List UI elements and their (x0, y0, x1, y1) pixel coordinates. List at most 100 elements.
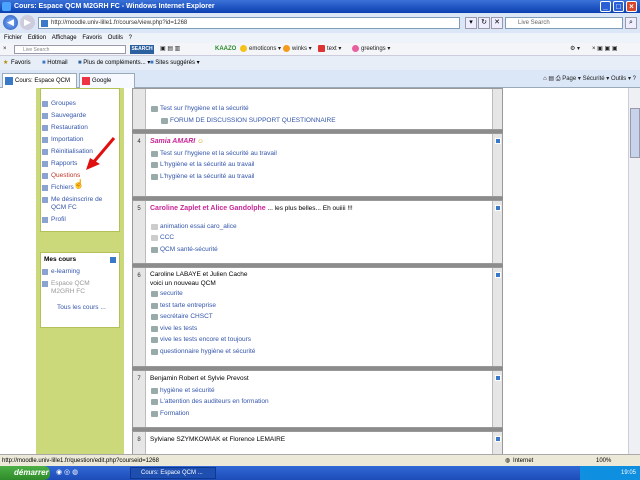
link-restauration[interactable]: Restauration (41, 122, 119, 134)
menu-favoris[interactable]: Favoris (82, 35, 102, 41)
fav-sites[interactable]: ■ Sites suggérés ▾ (150, 56, 200, 70)
show-only-icon[interactable] (495, 436, 501, 442)
favorites-label[interactable]: Favoris (11, 56, 31, 70)
dropdown-button[interactable]: ▾ (465, 17, 477, 29)
course-section-7: 7 Benjamin Robert et Sylvie Prevost hygi… (132, 370, 503, 428)
course-elearning[interactable]: e-learning (41, 266, 119, 278)
page-menu[interactable]: Page (562, 76, 576, 82)
link-profil[interactable]: Profil (41, 214, 119, 226)
activity-label: vive les tests (160, 324, 198, 332)
activity-link[interactable]: test tarte entreprise (150, 300, 490, 312)
activity-link[interactable]: L'hygiène et la sécurité au travail (150, 159, 490, 171)
activity-link[interactable]: L'attention des auditeurs en formation (150, 396, 490, 408)
refresh-button[interactable]: ↻ (478, 17, 490, 29)
menu-help[interactable]: ? (129, 35, 132, 41)
activity-link[interactable]: secrétaire CHSCT (150, 311, 490, 323)
activity-link[interactable]: QCM santé-sécurité (150, 244, 490, 256)
menu-outils[interactable]: Outils (108, 35, 123, 41)
quicklaunch-icons[interactable]: ◉ ◎ ◍ (56, 468, 78, 476)
star-icon[interactable]: ★ (3, 56, 8, 70)
greetings-item[interactable]: greetings ▾ (352, 45, 390, 54)
home-icon[interactable]: ⌂ (543, 76, 547, 82)
section-number: 4 (133, 134, 146, 196)
winks-item[interactable]: winks ▾ (283, 45, 312, 54)
stop-button[interactable]: ✕ (491, 17, 503, 29)
activity-link[interactable]: FORUM DE DISCUSSION SUPPORT QUESTIONNAIR… (150, 115, 490, 127)
activity-label: secrétaire CHSCT (160, 313, 213, 320)
activity-link[interactable]: hygiène et sécurité (150, 385, 490, 397)
activity-label: FORUM DE DISCUSSION SUPPORT QUESTIONNAIR… (170, 116, 336, 124)
search-icon[interactable]: ⌕ (625, 17, 637, 29)
taskbar-ie-window[interactable]: Cours: Espace QCM ... (130, 467, 216, 479)
forward-button[interactable]: ▶ (20, 15, 35, 30)
winks-icon (283, 45, 290, 52)
block-toggle-icon[interactable] (110, 257, 116, 263)
close-button[interactable]: × (626, 1, 637, 12)
link-desinscrire[interactable]: Me désinscrire de QCM FC (41, 194, 113, 214)
section-heading: Caroline Zaplet et Alice Gandolphe ... l… (150, 203, 490, 215)
activity-link[interactable]: CCC (150, 232, 490, 244)
activity-label: L'attention des auditeurs en formation (160, 398, 269, 405)
live-search-field[interactable]: Live Search (505, 17, 623, 29)
maximize-button[interactable]: □ (613, 1, 624, 12)
back-button[interactable]: ◀ (3, 15, 18, 30)
activity-label: hygiène et sécurité (160, 386, 215, 394)
text-icon (318, 45, 325, 52)
toolbar-icons[interactable]: ▣ ▤ ▥ (160, 45, 180, 54)
link-sauvegarde[interactable]: Sauvegarde (41, 110, 119, 122)
help-icon[interactable]: ? (633, 76, 636, 82)
fav-plus[interactable]: ■ Plus de compléments... ▾ (78, 56, 150, 70)
activity-link[interactable]: securite (150, 288, 490, 300)
show-only-icon[interactable] (495, 375, 501, 381)
minimize-button[interactable]: _ (600, 1, 611, 12)
section-body: Sylviane SZYMKOWIAK et Florence LEMAIRE (150, 434, 490, 446)
fav-hotmail[interactable]: ■ Hotmail (42, 56, 68, 70)
text-item[interactable]: text ▾ (318, 45, 341, 54)
toolbar-extra-icons[interactable]: × ▣ ▣ ▣ (592, 45, 618, 54)
scrollbar-thumb[interactable] (630, 108, 640, 158)
link-groupes[interactable]: Groupes (41, 98, 119, 110)
menu-fichier[interactable]: Fichier (4, 35, 22, 41)
print-icon[interactable]: ⎙ (556, 76, 561, 82)
feeds-icon[interactable]: ▤ (548, 76, 554, 82)
link-importation-label: Importation (51, 136, 84, 143)
activity-link[interactable]: Test sur l'hygiene et la sécurité au tra… (150, 148, 490, 160)
tab-google[interactable]: Google (79, 73, 135, 88)
winks-label: winks (292, 46, 308, 53)
start-button[interactable]: démarrer (0, 466, 50, 480)
vertical-scrollbar[interactable] (628, 88, 640, 454)
link-restauration-label: Restauration (51, 124, 88, 131)
start-label: démarrer (14, 468, 49, 477)
security-menu[interactable]: Sécurité (583, 76, 605, 82)
show-only-icon[interactable] (495, 205, 501, 211)
toolbar-search-button[interactable]: SEARCH (130, 45, 154, 54)
toolbar-search-input[interactable]: Live Search (14, 45, 126, 54)
activity-link[interactable]: vive les tests (150, 323, 490, 335)
activity-link[interactable]: Formation (150, 408, 490, 420)
quiz-icon (151, 387, 158, 394)
close-toolbar-icon[interactable]: × (3, 45, 7, 54)
activity-link[interactable]: L'hygiène et la sécurité au travail (150, 171, 490, 183)
settings-icon[interactable]: ⚙ ▾ (570, 45, 580, 54)
course-espace-qcm[interactable]: Espace QCM M2GRH FC (41, 278, 111, 298)
menu-affichage[interactable]: Affichage (52, 35, 77, 41)
show-only-icon[interactable] (495, 272, 501, 278)
course-icon (42, 269, 48, 275)
tools-menu[interactable]: Outils (611, 76, 626, 82)
quiz-icon (151, 337, 158, 343)
activity-link[interactable]: vive les tests encore et toujours (150, 334, 490, 346)
tab-cours[interactable]: Cours: Espace QCM M2G... (2, 73, 77, 98)
emoticons-item[interactable]: emoticons ▾ (240, 45, 281, 54)
activity-link[interactable]: Test sur l'hygiène et la sécurité (150, 103, 490, 115)
section-controls (492, 268, 502, 366)
activity-label: Test sur l'hygiène et la sécurité (160, 105, 249, 112)
section-heading: Samia AMARI ☺ (150, 136, 490, 148)
menu-edition[interactable]: Edition (28, 35, 46, 41)
forum-icon (161, 117, 168, 124)
all-courses-link[interactable]: Tous les cours ... (41, 302, 119, 314)
section-body: Caroline LABAYE et Julien Cache voici un… (150, 270, 490, 357)
url-field[interactable]: http://moodle.univ-lille1.fr/course/view… (38, 17, 460, 29)
activity-link[interactable]: questionnaire hygiène et sécurité (150, 346, 490, 358)
activity-link[interactable]: animation essai caro_alice (150, 221, 490, 233)
show-only-icon[interactable] (495, 138, 501, 144)
